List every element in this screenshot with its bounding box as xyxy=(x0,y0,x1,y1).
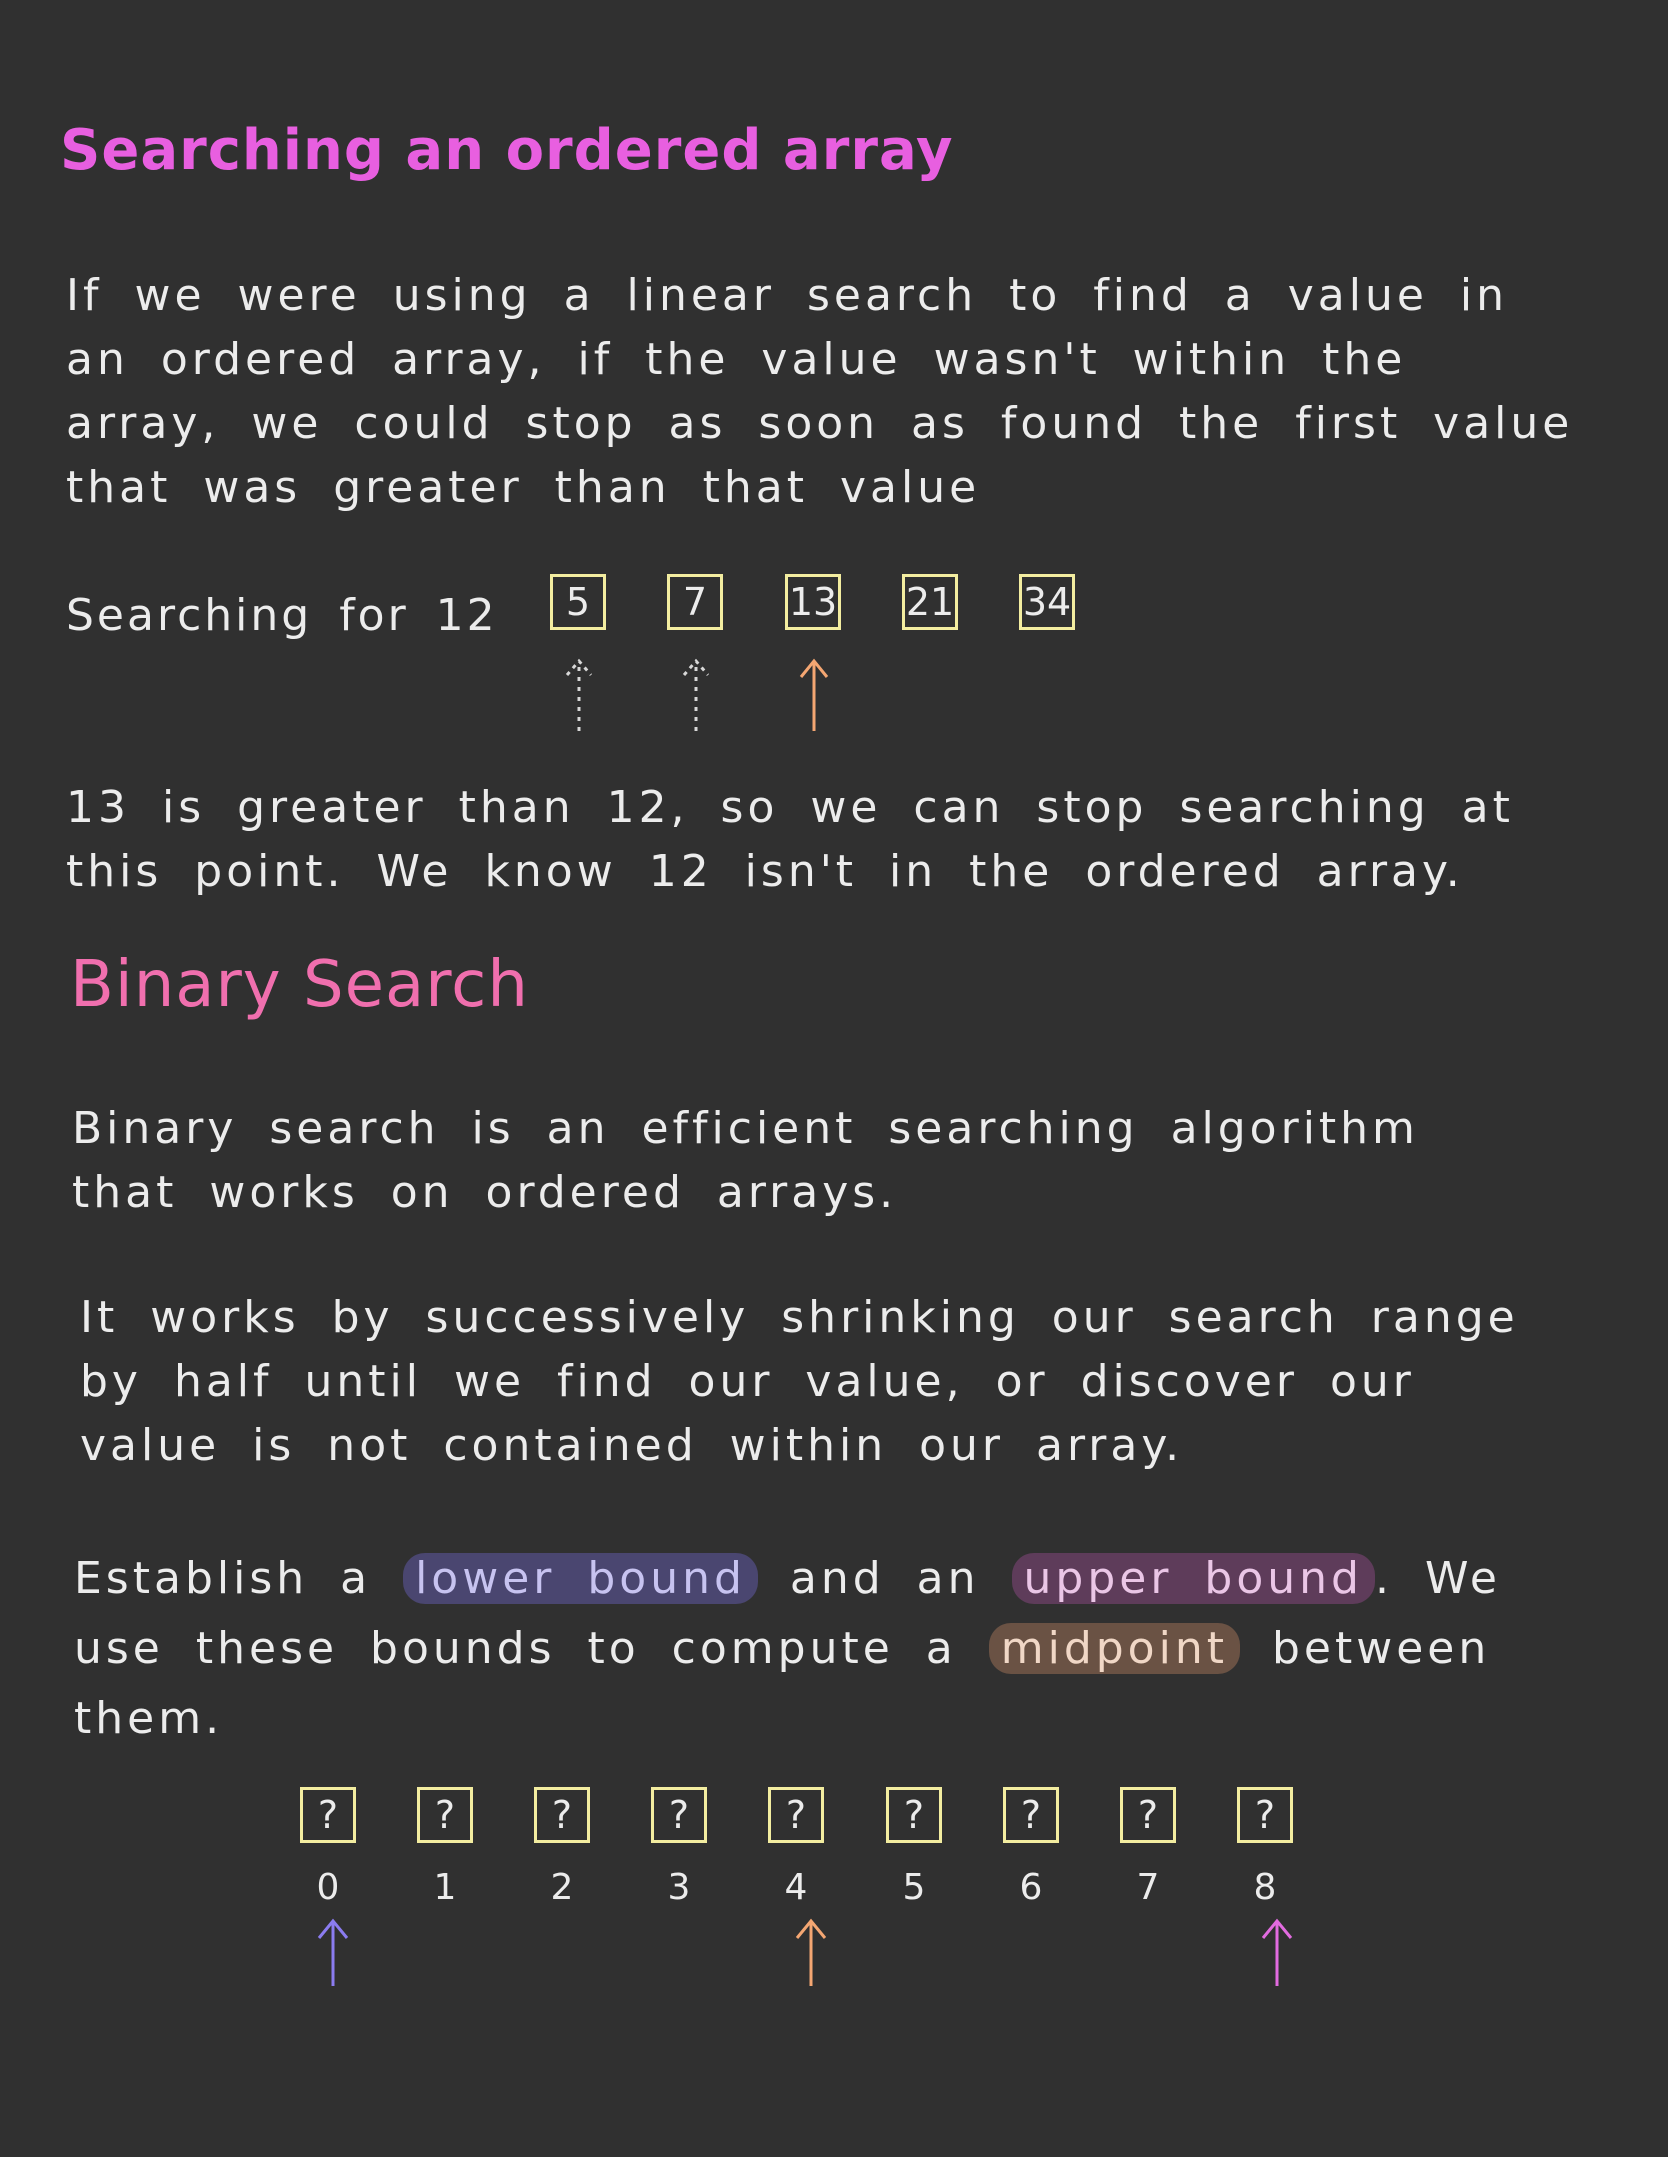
array-index: 1 xyxy=(433,1867,457,1908)
unknown-cell: ? xyxy=(300,1787,356,1843)
section-title-ordered-array: Searching an ordered array xyxy=(60,118,954,183)
paragraph-stop-searching: 13 is greater than 12, so we can stop se… xyxy=(66,782,1514,897)
paragraph-linear-search: If we were using a linear search to find… xyxy=(66,270,1574,513)
unknown-cell: ? xyxy=(1237,1787,1293,1843)
array-cell: 13 xyxy=(785,574,841,630)
array-cell: 34 xyxy=(1019,574,1075,630)
unknown-cell: ? xyxy=(534,1787,590,1843)
unknown-cell: ? xyxy=(886,1787,942,1843)
array-index: 4 xyxy=(784,1867,808,1908)
array-index: 6 xyxy=(1019,1867,1043,1908)
midpoint-highlight: midpoint xyxy=(988,1623,1240,1674)
paragraph-bounds: Establish a lower bound and an upper bou… xyxy=(74,1544,1614,1754)
unknown-cell: ? xyxy=(1120,1787,1176,1843)
unknown-cell: ? xyxy=(651,1787,707,1843)
lower-bound-arrow-icon xyxy=(317,1918,349,1986)
lower-bound-highlight: lower bound xyxy=(403,1553,758,1604)
bounds-text: and an xyxy=(757,1553,1012,1604)
paragraph-binary-works: It works by successively shrinking our s… xyxy=(80,1292,1519,1471)
checked-arrow-icon xyxy=(565,658,593,731)
upper-bound-highlight: upper bound xyxy=(1011,1553,1375,1604)
bounds-text: Establish a xyxy=(74,1553,404,1604)
section-title-binary-search: Binary Search xyxy=(70,948,529,1022)
array-index: 0 xyxy=(316,1867,340,1908)
unknown-cell: ? xyxy=(1003,1787,1059,1843)
array-index: 3 xyxy=(667,1867,691,1908)
array-index: 5 xyxy=(902,1867,926,1908)
array-index: 7 xyxy=(1136,1867,1160,1908)
array-index: 2 xyxy=(550,1867,574,1908)
array-index: 8 xyxy=(1253,1867,1277,1908)
paragraph-binary-intro: Binary search is an efficient searching … xyxy=(72,1103,1419,1218)
upper-bound-arrow-icon xyxy=(1261,1918,1293,1986)
midpoint-arrow-icon xyxy=(795,1918,827,1986)
unknown-cell: ? xyxy=(417,1787,473,1843)
array-cell: 5 xyxy=(550,574,606,630)
current-arrow-icon xyxy=(799,658,829,731)
array-cell: 7 xyxy=(667,574,723,630)
checked-arrow-icon xyxy=(682,658,710,731)
searching-label: Searching for 12 xyxy=(66,590,498,641)
array-cell: 21 xyxy=(902,574,958,630)
unknown-cell: ? xyxy=(768,1787,824,1843)
